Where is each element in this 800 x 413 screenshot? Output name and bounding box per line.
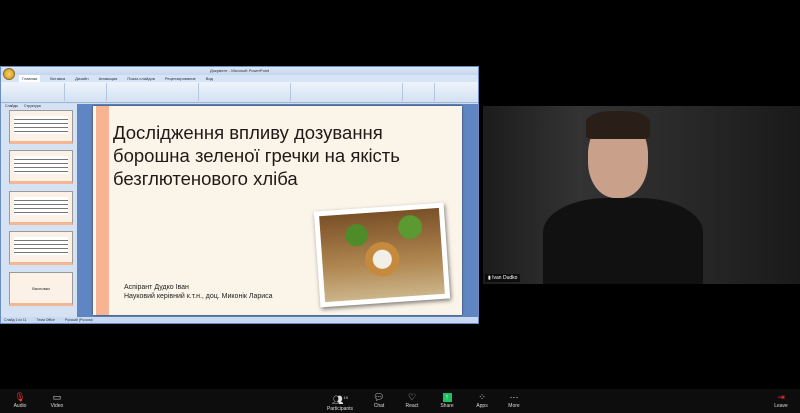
share-label: Share <box>440 403 454 409</box>
heart-icon: ♡ <box>407 392 417 402</box>
slide-thumbnail[interactable] <box>9 231 73 265</box>
more-icon: ⋯ <box>509 392 519 402</box>
more-label: More <box>508 403 520 409</box>
slide-title[interactable]: Дослідження впливу дозування борошна зел… <box>113 121 433 190</box>
apps-button[interactable]: ⁘ Apps <box>467 392 497 409</box>
meeting-toolbar: 🎙︎ Audio ▭ Video 👥︎19 Participants 💬︎ Chat ♡… <box>0 389 800 413</box>
audio-label: Audio <box>13 403 27 409</box>
slide-thumbnail[interactable] <box>9 191 73 225</box>
tab-design[interactable]: Дизайн <box>75 75 88 82</box>
react-button[interactable]: ♡ React <box>397 392 427 409</box>
tab-insert[interactable]: Вставка <box>50 75 65 82</box>
powerpoint-window: Документ - Microsoft PowerPoint Главная … <box>0 66 479 324</box>
person-body <box>543 198 703 284</box>
tab-home[interactable]: Главная <box>19 75 41 82</box>
participants-count: 19 <box>343 395 348 400</box>
buckwheat-flour-image[interactable] <box>313 202 451 308</box>
chat-label: Chat <box>373 403 385 409</box>
camera-icon: ▭ <box>52 392 62 402</box>
thumbnail-label: Висновки <box>32 286 50 291</box>
participant-video[interactable]: ▮ Ivan Dudko <box>483 106 800 284</box>
apps-label: Apps <box>476 403 488 409</box>
font-group[interactable] <box>109 83 199 101</box>
share-icon: ↑ <box>442 393 452 402</box>
tab-review[interactable]: Рецензирование <box>165 75 196 82</box>
participants-button[interactable]: 👥︎19 Participants <box>320 392 360 412</box>
leave-button[interactable]: ⇥ Leave <box>766 392 796 409</box>
person-hair <box>586 111 650 139</box>
office-button[interactable] <box>3 68 15 80</box>
paragraph-group[interactable] <box>201 83 291 101</box>
audio-button[interactable]: 🎙︎ Audio <box>5 392 35 409</box>
ribbon <box>1 82 478 103</box>
slide-thumbnail[interactable] <box>9 150 73 184</box>
chat-icon: 💬︎ <box>373 392 385 402</box>
participants-label: Participants <box>326 406 354 412</box>
supervisor-line: Науковий керівний к.т.н., доц. Миконік Л… <box>124 293 273 300</box>
editing-group[interactable] <box>405 83 435 101</box>
window-title: Документ - Microsoft PowerPoint <box>209 68 270 73</box>
drawing-group[interactable] <box>293 83 403 101</box>
ribbon-tabs: Главная Вставка Дизайн Анимация Показ сл… <box>1 75 478 82</box>
react-label: React <box>405 403 419 409</box>
leave-label: Leave <box>774 403 788 409</box>
slide-accent-stripe <box>96 106 109 315</box>
video-label: Video <box>50 403 64 409</box>
more-button[interactable]: ⋯ More <box>499 392 529 409</box>
video-button[interactable]: ▭ Video <box>42 392 72 409</box>
slides-group[interactable] <box>67 83 107 101</box>
clipboard-group[interactable] <box>5 83 65 101</box>
author-line: Аспірант Дудко Іван <box>124 284 189 291</box>
tab-slideshow[interactable]: Показ слайдов <box>127 75 155 82</box>
language: Русский (Россия) <box>64 318 93 322</box>
status-bar: Слайд 1 из 11 Тема Office Русский (Росси… <box>1 317 478 323</box>
tab-view[interactable]: Вид <box>206 75 213 82</box>
tab-animation[interactable]: Анимация <box>99 75 118 82</box>
share-button[interactable]: ↑ Share <box>432 392 462 409</box>
leave-icon: ⇥ <box>777 392 785 402</box>
apps-icon: ⁘ <box>478 392 486 402</box>
participant-name: Ivan Dudko <box>492 275 518 281</box>
title-bar: Документ - Microsoft PowerPoint <box>1 67 478 80</box>
slides-pane: Слайды Структура Висновки <box>1 104 77 317</box>
slide-counter: Слайд 1 из 11 <box>4 318 27 322</box>
slide-canvas[interactable]: Дослідження впливу дозування борошна зел… <box>93 106 462 315</box>
participants-icon: 👥︎19 <box>332 395 348 405</box>
participant-name-tag: ▮ Ivan Dudko <box>485 274 521 282</box>
muted-mic-icon: 🎙︎ <box>14 392 26 402</box>
workspace: Слайды Структура Висновки Дослідження вп… <box>1 104 478 317</box>
slide-thumbnail[interactable] <box>9 110 73 144</box>
theme-name: Тема Office <box>36 318 55 322</box>
chat-button[interactable]: 💬︎ Chat <box>364 392 394 409</box>
slide-authors[interactable]: Аспірант Дудко Іван Науковий керівний к.… <box>124 283 273 301</box>
slide-thumbnail[interactable]: Висновки <box>9 272 73 306</box>
